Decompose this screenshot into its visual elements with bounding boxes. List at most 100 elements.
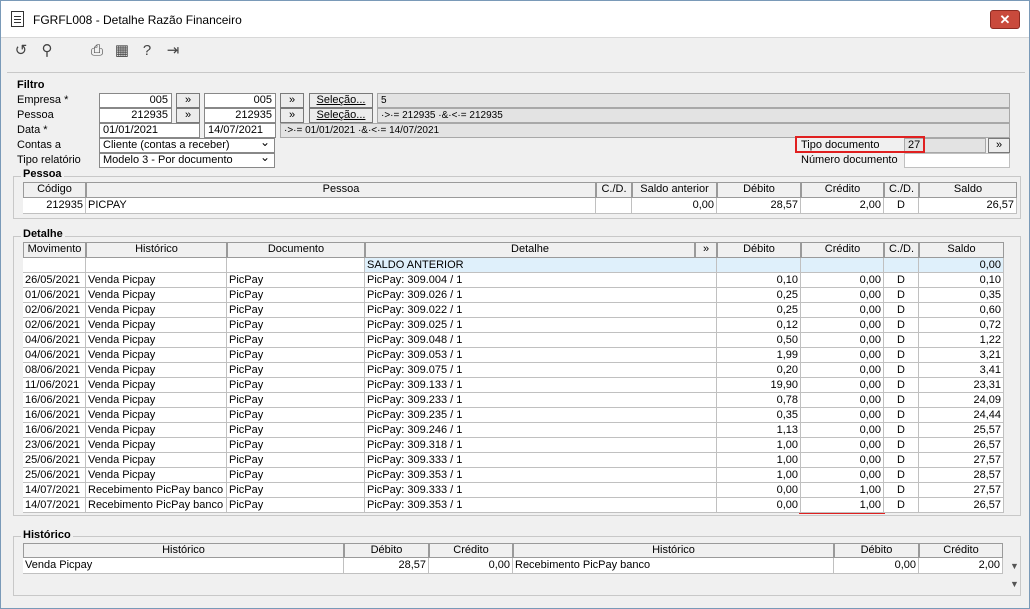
- detalhe-cell-7: 24,09: [919, 393, 1004, 408]
- detalhe-cell-6: D: [884, 483, 919, 498]
- data-from-input[interactable]: 01/01/2021: [99, 123, 200, 138]
- detalhe-header-4[interactable]: »: [695, 242, 717, 258]
- empresa-to-input[interactable]: 005: [204, 93, 276, 108]
- pessoa-header-6[interactable]: C./D.: [884, 182, 919, 198]
- detalhe-cell-4: 1,00: [717, 438, 801, 453]
- detalhe-cell-6: D: [884, 363, 919, 378]
- pessoa-copy-button-2[interactable]: »: [280, 108, 304, 123]
- pessoa-header-4[interactable]: Débito: [717, 182, 801, 198]
- detalhe-cell-1: Venda Picpay: [86, 453, 227, 468]
- historico-header-1[interactable]: Débito: [344, 543, 429, 558]
- detalhe-cell-0: 26/05/2021: [23, 273, 86, 288]
- detalhe-cell-0: 08/06/2021: [23, 363, 86, 378]
- empresa-copy-button-2[interactable]: »: [280, 93, 304, 108]
- detalhe-cell-6: D: [884, 453, 919, 468]
- detalhe-header-3[interactable]: Detalhe: [365, 242, 695, 258]
- pessoa-cell-0: 212935: [23, 198, 86, 214]
- detalhe-cell-4: 1,00: [717, 468, 801, 483]
- refresh-icon[interactable]: ↺: [11, 41, 31, 61]
- detalhe-header-0[interactable]: Movimento: [23, 242, 86, 258]
- detalhe-cell-7: 23,31: [919, 378, 1004, 393]
- detalhe-cell-1: Recebimento PicPay banco: [86, 498, 227, 513]
- historico-header-4[interactable]: Débito: [834, 543, 919, 558]
- tipo-relatorio-select[interactable]: Modelo 3 - Por documento: [99, 151, 275, 168]
- data-label: Data *: [17, 124, 48, 136]
- filtro-title: Filtro: [17, 79, 45, 91]
- detalhe-cell-1: Venda Picpay: [86, 378, 227, 393]
- empresa-selection-button[interactable]: Seleção...: [309, 93, 373, 108]
- historico-title: Histórico: [21, 529, 73, 541]
- pessoa-copy-button[interactable]: »: [176, 108, 200, 123]
- pessoa-selection-button[interactable]: Seleção...: [309, 108, 373, 123]
- detalhe-cell-7: 24,44: [919, 408, 1004, 423]
- pessoa-cell-5: 2,00: [801, 198, 884, 214]
- detalhe-header-2[interactable]: Documento: [227, 242, 365, 258]
- saldo-anterior-label: SALDO ANTERIOR: [365, 258, 717, 273]
- historico-header-5[interactable]: Crédito: [919, 543, 1003, 558]
- saldo-anterior-cell-1: [86, 258, 227, 273]
- detalhe-cell-3: PicPay: 309.353 / 1: [365, 468, 717, 483]
- detalhe-cell-3: PicPay: 309.333 / 1: [365, 483, 717, 498]
- window-title: FGRFL008 - Detalhe Razão Financeiro: [33, 13, 242, 27]
- historico-header-0[interactable]: Histórico: [23, 543, 344, 558]
- detalhe-cell-0: 23/06/2021: [23, 438, 86, 453]
- pessoa-cell-3: 0,00: [632, 198, 717, 214]
- pessoa-header-5[interactable]: Crédito: [801, 182, 884, 198]
- calendar-icon[interactable]: ▦: [112, 41, 132, 61]
- detalhe-header-1[interactable]: Histórico: [86, 242, 227, 258]
- empresa-copy-button[interactable]: »: [176, 93, 200, 108]
- scroll-down-icon-2[interactable]: ▼: [1010, 579, 1019, 589]
- detalhe-cell-5: 0,00: [801, 408, 884, 423]
- detalhe-cell-7: 3,21: [919, 348, 1004, 363]
- detalhe-header-8[interactable]: Saldo: [919, 242, 1004, 258]
- detalhe-cell-4: 0,25: [717, 303, 801, 318]
- pessoa-header-3[interactable]: Saldo anterior: [632, 182, 717, 198]
- pessoa-header-0[interactable]: Código: [23, 182, 86, 198]
- detalhe-cell-7: 0,35: [919, 288, 1004, 303]
- pessoa-cell-2: [596, 198, 632, 214]
- detalhe-cell-1: Recebimento PicPay banco: [86, 483, 227, 498]
- pessoa-cell-1: PICPAY: [86, 198, 596, 214]
- exit-icon[interactable]: ⇥: [163, 41, 183, 61]
- detalhe-cell-1: Venda Picpay: [86, 438, 227, 453]
- detalhe-cell-6: D: [884, 348, 919, 363]
- historico-cell-2: 0,00: [429, 558, 513, 574]
- detalhe-cell-6: D: [884, 423, 919, 438]
- detalhe-header-7[interactable]: C./D.: [884, 242, 919, 258]
- detalhe-cell-3: PicPay: 309.318 / 1: [365, 438, 717, 453]
- detalhe-cell-5: 0,00: [801, 438, 884, 453]
- detalhe-cell-5: 0,00: [801, 363, 884, 378]
- numero-documento-input[interactable]: [904, 153, 1010, 168]
- scroll-down-icon[interactable]: ▼: [1010, 561, 1019, 571]
- tipo-relatorio-label: Tipo relatório: [17, 154, 81, 166]
- pessoa-header-7[interactable]: Saldo: [919, 182, 1017, 198]
- contas-select[interactable]: Cliente (contas a receber): [99, 136, 275, 153]
- detalhe-header-5[interactable]: Débito: [717, 242, 801, 258]
- main-window: FGRFL008 - Detalhe Razão Financeiro ✕ ↺ …: [0, 0, 1030, 609]
- pessoa-to-input[interactable]: 212935: [204, 108, 276, 123]
- detalhe-cell-2: PicPay: [227, 468, 365, 483]
- help-icon[interactable]: ?: [137, 41, 157, 61]
- pessoa-header-1[interactable]: Pessoa: [86, 182, 596, 198]
- detalhe-cell-0: 02/06/2021: [23, 318, 86, 333]
- print-icon[interactable]: ⎙: [87, 41, 107, 61]
- detalhe-cell-5: 1,00: [801, 483, 884, 498]
- pessoa-from-input[interactable]: 212935: [99, 108, 172, 123]
- historico-cell-4: 0,00: [834, 558, 919, 574]
- pessoa-header-2[interactable]: C./D.: [596, 182, 632, 198]
- tipo-documento-lookup-button[interactable]: »: [988, 138, 1010, 153]
- detalhe-cell-6: D: [884, 333, 919, 348]
- close-button[interactable]: ✕: [990, 10, 1020, 29]
- empresa-from-input[interactable]: 005: [99, 93, 172, 108]
- detalhe-cell-6: D: [884, 468, 919, 483]
- detalhe-cell-4: 0,00: [717, 498, 801, 513]
- historico-header-2[interactable]: Crédito: [429, 543, 513, 558]
- search-icon[interactable]: ⚲: [37, 41, 57, 61]
- detalhe-cell-6: D: [884, 498, 919, 513]
- saldo-anterior-cell-2: [227, 258, 365, 273]
- detalhe-cell-5: 0,00: [801, 423, 884, 438]
- historico-header-3[interactable]: Histórico: [513, 543, 834, 558]
- saldo-anterior-cell-0: [23, 258, 86, 273]
- detalhe-cell-4: 1,13: [717, 423, 801, 438]
- detalhe-header-6[interactable]: Crédito: [801, 242, 884, 258]
